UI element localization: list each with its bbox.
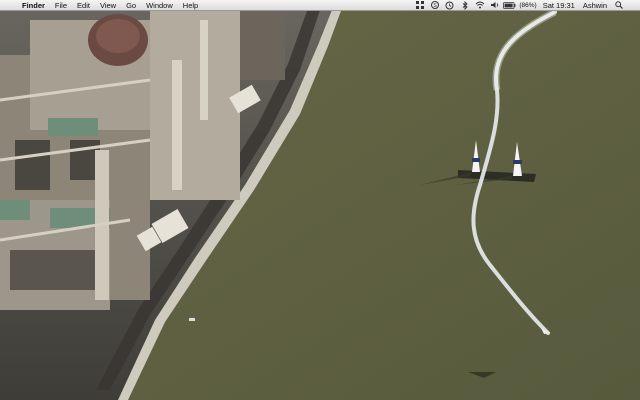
menu-view[interactable]: View xyxy=(95,0,121,11)
menu-bar: Finder File Edit View Go Window Help S (… xyxy=(0,0,640,11)
grid-app-icon[interactable] xyxy=(412,0,427,11)
menu-go[interactable]: Go xyxy=(121,0,141,11)
spotlight-search-icon[interactable] xyxy=(611,1,626,9)
menu-window[interactable]: Window xyxy=(141,0,178,11)
battery-percentage: (86%) xyxy=(519,1,537,9)
menu-bar-status: S (86%) Sat 19:31 Ashwin xyxy=(412,0,640,11)
wallpaper-photo xyxy=(0,0,640,400)
menu-file[interactable]: File xyxy=(50,0,72,11)
bluetooth-icon[interactable] xyxy=(457,0,472,11)
time-machine-icon[interactable] xyxy=(442,0,457,11)
menu-help[interactable]: Help xyxy=(178,0,203,11)
user-menu[interactable]: Ashwin xyxy=(579,0,611,11)
menu-bar-left: Finder File Edit View Go Window Help xyxy=(0,0,203,11)
menu-finder[interactable]: Finder xyxy=(20,0,50,11)
skype-icon[interactable]: S xyxy=(427,0,442,11)
desktop-wallpaper xyxy=(0,0,640,400)
menu-clock[interactable]: Sat 19:31 xyxy=(539,0,579,11)
boat xyxy=(189,318,195,321)
wifi-icon[interactable] xyxy=(472,0,487,11)
menu-edit[interactable]: Edit xyxy=(72,0,95,11)
volume-icon[interactable] xyxy=(487,0,502,11)
battery-icon[interactable] xyxy=(502,0,517,11)
